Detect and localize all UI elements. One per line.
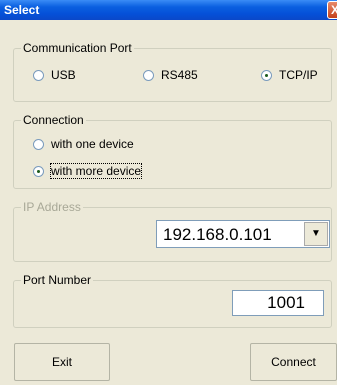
one-device-label: with one device — [51, 137, 134, 151]
connect-button-label: Connect — [271, 355, 316, 369]
rs485-radio[interactable]: RS485 — [143, 68, 198, 82]
port-number-input[interactable]: 1001 — [232, 290, 324, 316]
close-button[interactable]: X — [327, 1, 337, 19]
ip-address-value: 192.168.0.101 — [163, 225, 272, 244]
ip-address-combobox[interactable]: 192.168.0.101 ▼ — [156, 220, 330, 248]
connection-legend: Connection — [21, 113, 86, 127]
tcpip-radio[interactable]: TCP/IP — [261, 68, 318, 82]
rs485-radio-circle[interactable] — [143, 69, 154, 81]
rs485-label: RS485 — [161, 68, 198, 82]
usb-radio-circle[interactable] — [33, 69, 44, 81]
tcpip-label: TCP/IP — [279, 68, 318, 82]
more-device-label: with more device — [49, 163, 143, 179]
tcpip-radio-circle[interactable] — [261, 69, 272, 81]
exit-button-label: Exit — [51, 355, 72, 369]
dropdown-arrow-icon[interactable]: ▼ — [304, 222, 328, 246]
one-device-radio[interactable]: with one device — [33, 137, 134, 151]
more-device-radio-circle[interactable] — [33, 165, 44, 177]
more-device-radio[interactable]: with more device — [33, 163, 143, 179]
one-device-radio-circle[interactable] — [33, 138, 44, 150]
window-title: Select — [4, 3, 40, 17]
communication-port-legend: Communication Port — [21, 41, 134, 55]
port-number-legend: Port Number — [21, 273, 94, 287]
title-bar: Select X — [0, 0, 337, 20]
connection-group: Connection — [13, 113, 332, 189]
usb-label: USB — [51, 68, 76, 82]
usb-radio[interactable]: USB — [33, 68, 76, 82]
connect-button[interactable]: Connect — [250, 343, 337, 381]
ip-address-legend: IP Address — [21, 200, 83, 214]
exit-button[interactable]: Exit — [14, 343, 110, 381]
